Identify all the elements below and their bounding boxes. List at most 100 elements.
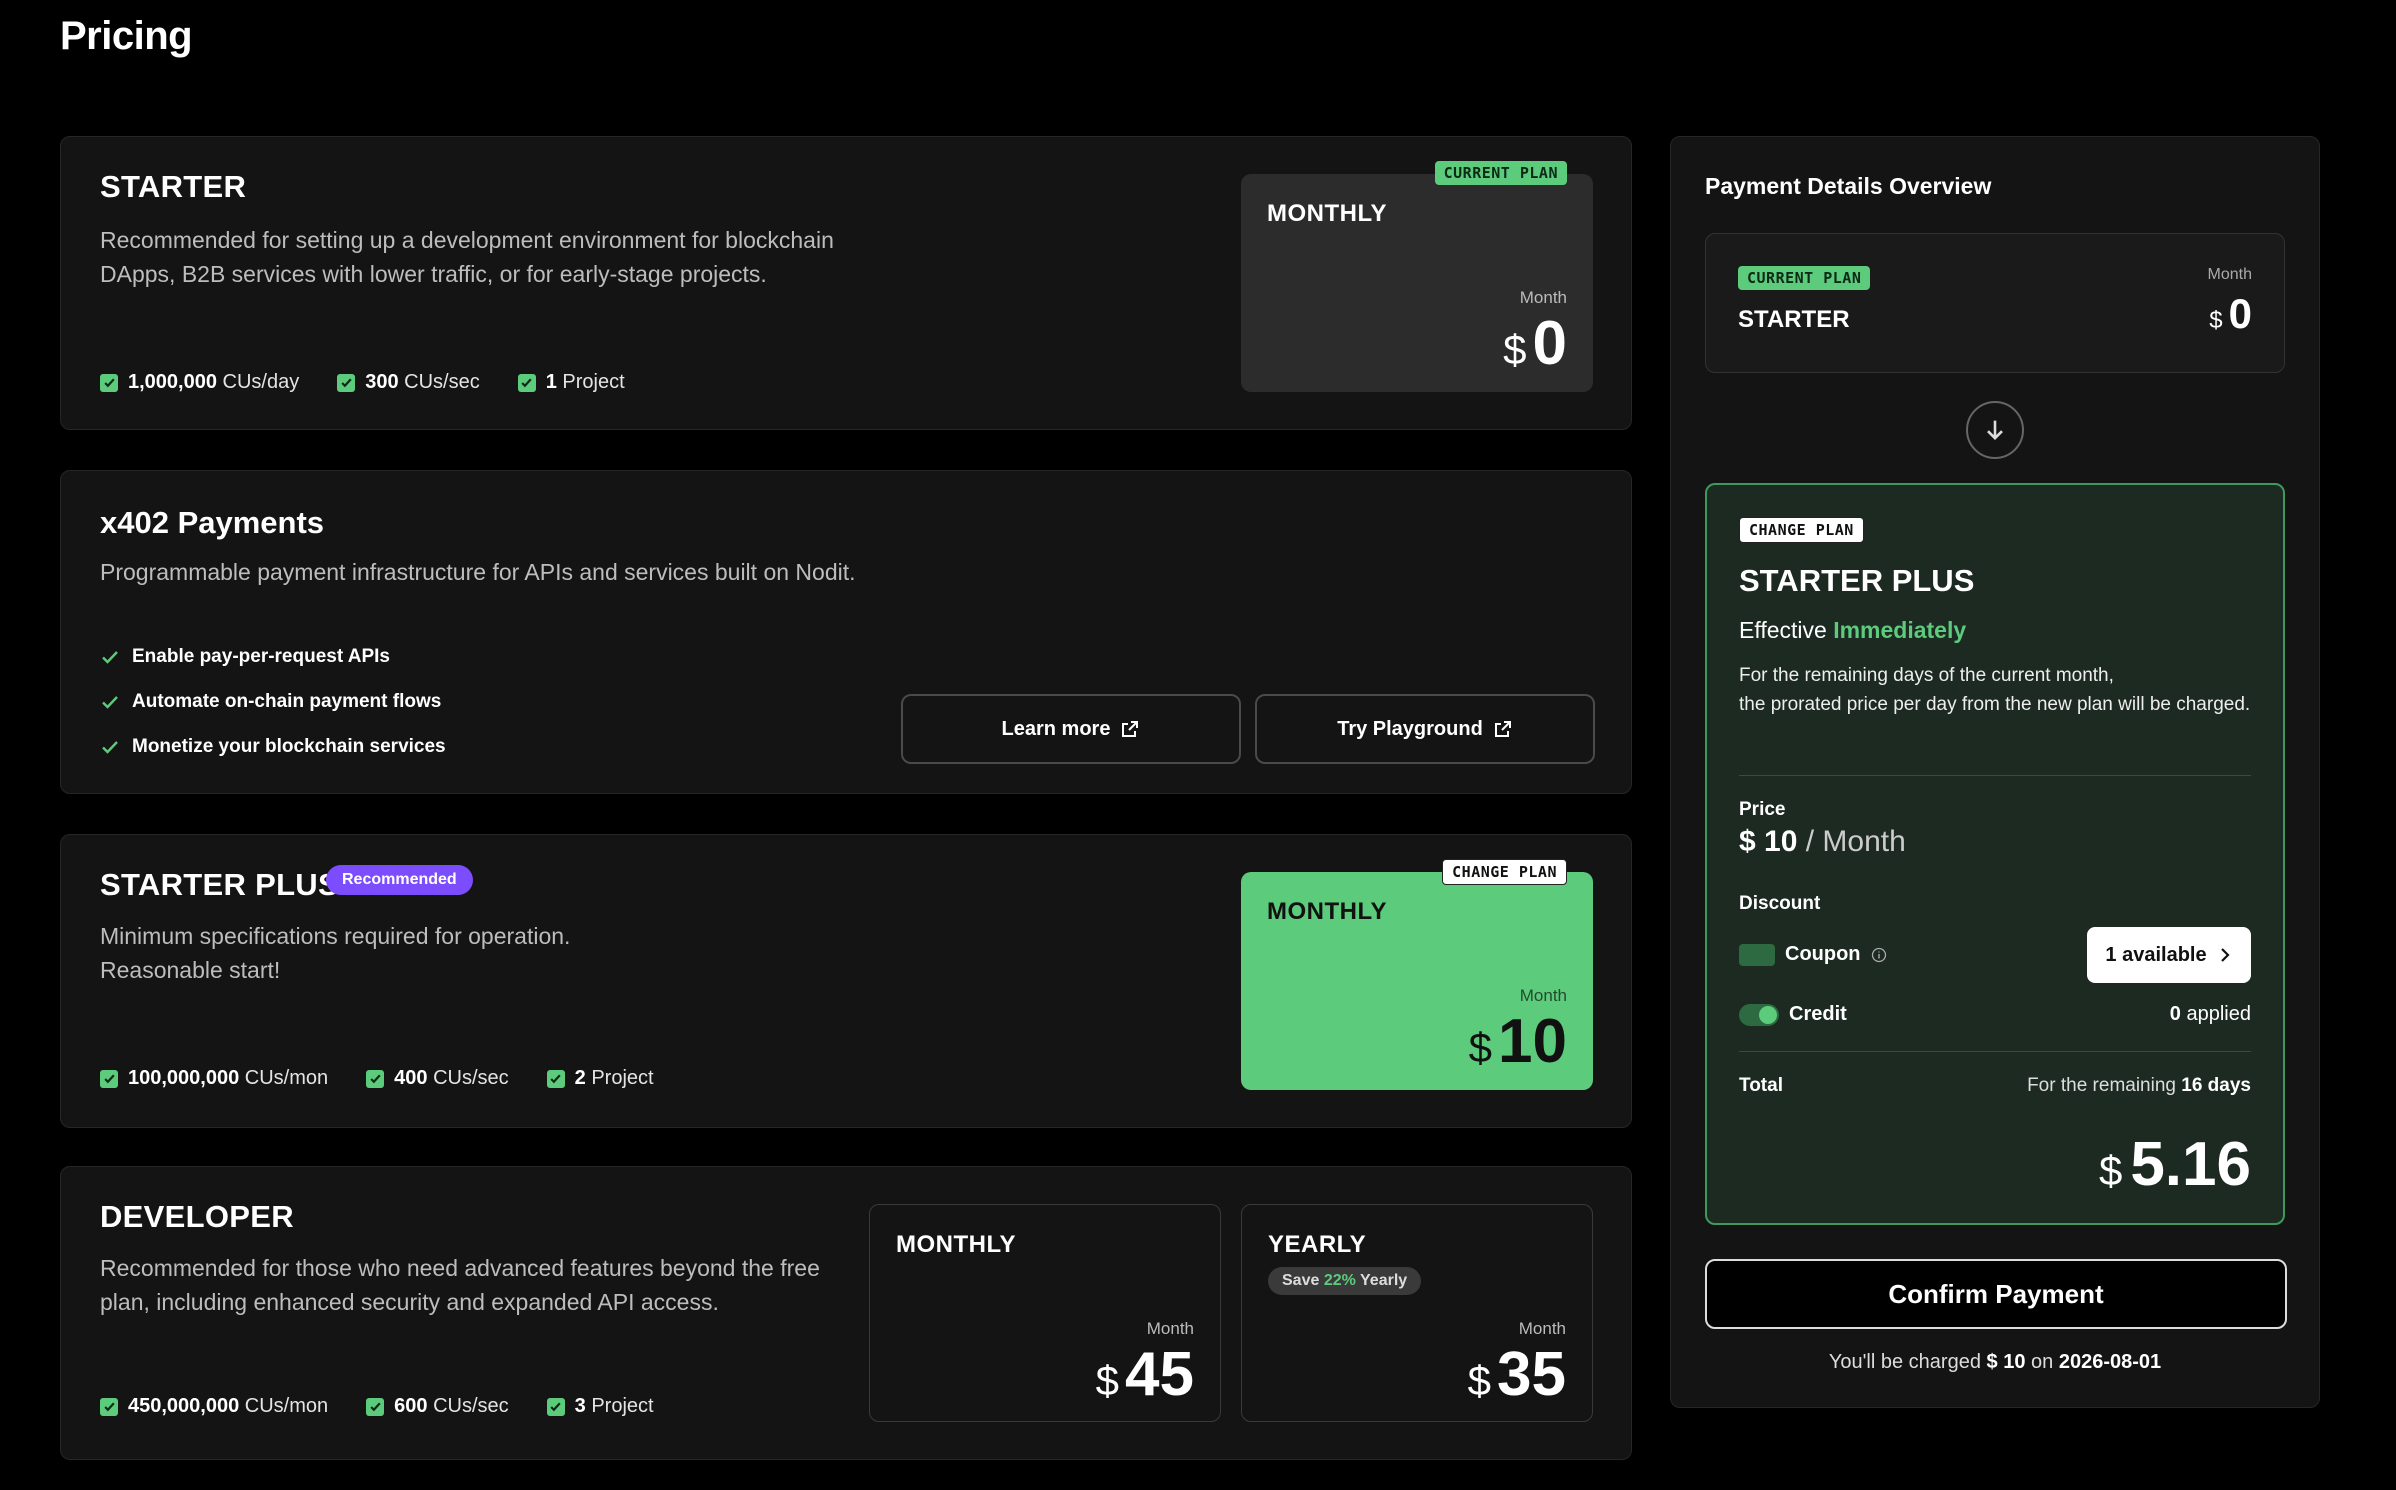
currency-symbol: $ bbox=[2098, 1147, 2123, 1194]
price-unit: Month bbox=[1146, 1319, 1194, 1338]
feature-item: 600 CUs/sec bbox=[366, 1395, 509, 1418]
charge-date: 2026-08-01 bbox=[2058, 1351, 2162, 1373]
total-amount: $ 5.16 bbox=[2099, 1129, 2251, 1200]
currency-symbol: $ bbox=[1739, 825, 1756, 858]
plan-description: Minimum specifications required for oper… bbox=[100, 919, 920, 987]
coupon-row: Coupon bbox=[1739, 943, 1887, 966]
developer-yearly-price-box[interactable]: YEARLY Save 22% Yearly Month $ 35 bbox=[1241, 1204, 1593, 1422]
button-label: 1 available bbox=[2105, 943, 2207, 966]
check-icon bbox=[366, 1069, 385, 1088]
billing-period: MONTHLY bbox=[896, 1231, 1016, 1258]
feature-unit: CUs/mon bbox=[239, 1067, 329, 1089]
feature-unit: Project bbox=[585, 1395, 654, 1417]
x402-description: Programmable payment infrastructure for … bbox=[100, 559, 856, 585]
price-value: 0 bbox=[2228, 290, 2252, 337]
feature-item: 100,000,000 CUs/mon bbox=[100, 1067, 328, 1090]
developer-plan-card[interactable]: DEVELOPER Recommended for those who need… bbox=[60, 1166, 1632, 1460]
info-icon bbox=[1871, 947, 1886, 962]
coupon-available-button[interactable]: 1 available bbox=[2087, 927, 2251, 983]
external-link-icon bbox=[1494, 721, 1511, 737]
plan-title: STARTER PLUS bbox=[100, 867, 339, 902]
check-icon bbox=[102, 651, 118, 664]
charge-prefix: You'll be charged bbox=[1828, 1351, 1981, 1373]
check-icon bbox=[366, 1397, 385, 1416]
price-amount: $ 10 bbox=[1469, 1006, 1567, 1077]
plan-title: STARTER bbox=[100, 169, 247, 204]
currency-symbol: $ bbox=[1468, 1024, 1493, 1071]
effective-value: Immediately bbox=[1833, 617, 1967, 643]
feature-unit: CUs/sec bbox=[398, 371, 480, 393]
starter-plan-card[interactable]: STARTER Recommended for setting up a dev… bbox=[60, 136, 1632, 430]
price-label: Price bbox=[1739, 799, 1786, 820]
effective-line: Effective Immediately bbox=[1739, 617, 1966, 644]
external-link-icon bbox=[1122, 721, 1139, 737]
feature-item: 1 Project bbox=[517, 371, 625, 394]
page-title: Pricing bbox=[60, 14, 193, 58]
feature-unit: Project bbox=[556, 371, 625, 393]
try-playground-button[interactable]: Try Playground bbox=[1255, 694, 1595, 764]
currency-symbol: $ bbox=[1095, 1357, 1120, 1404]
feature-value: 600 bbox=[394, 1395, 428, 1417]
list-item-label: Enable pay-per-request APIs bbox=[132, 646, 390, 667]
price-amount: $ 45 bbox=[1096, 1339, 1194, 1410]
feature-unit: CUs/sec bbox=[427, 1395, 509, 1417]
price-period: / Month bbox=[1805, 825, 1906, 858]
check-icon bbox=[100, 1069, 118, 1088]
plan-features: 450,000,000 CUs/mon 600 CUs/sec 3 Projec… bbox=[100, 1395, 654, 1418]
remaining-days: For the remaining 16 days bbox=[2027, 1075, 2251, 1097]
credit-toggle-icon[interactable] bbox=[1739, 1003, 1779, 1026]
current-plan-summary: CURRENT PLAN STARTER Month $ 0 bbox=[1705, 233, 2285, 373]
coupon-icon bbox=[1739, 943, 1775, 966]
price-value: 45 bbox=[1125, 1340, 1194, 1409]
credit-value: 0 applied bbox=[2170, 1003, 2251, 1026]
effective-label: Effective bbox=[1739, 617, 1827, 643]
feature-value: 400 bbox=[394, 1067, 428, 1089]
check-icon bbox=[546, 1397, 565, 1416]
x402-feature-list: Enable pay-per-request APIs Automate on-… bbox=[100, 645, 446, 759]
current-plan-name: STARTER bbox=[1738, 306, 1850, 333]
feature-value: 450,000,000 bbox=[128, 1395, 240, 1417]
feature-unit: Project bbox=[585, 1067, 654, 1089]
price-unit: Month bbox=[1518, 1319, 1566, 1338]
learn-more-button[interactable]: Learn more bbox=[901, 694, 1241, 764]
change-plan-tag: CHANGE PLAN bbox=[1739, 517, 1864, 543]
charge-amount: $ 10 bbox=[1986, 1351, 2026, 1373]
plan-features: 1,000,000 CUs/day 300 CUs/sec 1 Project bbox=[100, 371, 625, 394]
feature-value: 3 bbox=[574, 1395, 586, 1417]
feature-item: 450,000,000 CUs/mon bbox=[100, 1395, 328, 1418]
feature-item: 300 CUs/sec bbox=[337, 371, 480, 394]
save-percent: 22% bbox=[1323, 1272, 1356, 1289]
currency-symbol: $ bbox=[1503, 326, 1527, 373]
x402-title: x402 Payments bbox=[100, 505, 325, 540]
plan-description: Recommended for setting up a development… bbox=[100, 227, 834, 287]
price-unit: Month bbox=[2207, 266, 2252, 283]
payment-details-panel: Payment Details Overview CURRENT PLAN ST… bbox=[1670, 136, 2320, 1408]
list-item-label: Automate on-chain payment flows bbox=[132, 691, 442, 712]
confirm-payment-button[interactable]: Confirm Payment bbox=[1705, 1259, 2287, 1329]
feature-item: 1,000,000 CUs/day bbox=[100, 371, 299, 394]
price-amount: $ 0 bbox=[1503, 308, 1567, 379]
feature-item: 3 Project bbox=[546, 1395, 654, 1418]
check-icon bbox=[100, 373, 118, 392]
starter-monthly-price-box[interactable]: CURRENT PLAN MONTHLY Month $ 0 bbox=[1241, 161, 1593, 392]
divider bbox=[1739, 1051, 2251, 1052]
billing-period: YEARLY bbox=[1268, 1231, 1367, 1258]
feature-value: 300 bbox=[365, 371, 399, 393]
list-item: Enable pay-per-request APIs bbox=[100, 645, 446, 669]
change-plan-tag: CHANGE PLAN bbox=[1442, 859, 1567, 885]
feature-value: 1,000,000 bbox=[128, 371, 217, 393]
check-icon bbox=[546, 1069, 565, 1088]
developer-monthly-price-box[interactable]: MONTHLY Month $ 45 bbox=[869, 1204, 1221, 1422]
price-row: $ 10 / Month bbox=[1739, 825, 1906, 859]
feature-unit: CUs/day bbox=[216, 371, 300, 393]
charge-on: on bbox=[2031, 1351, 2054, 1373]
feature-unit: CUs/sec bbox=[427, 1067, 509, 1089]
price-value: 35 bbox=[1497, 1340, 1566, 1409]
check-icon bbox=[517, 373, 536, 392]
starter-plus-monthly-price-box[interactable]: CHANGE PLAN MONTHLY Month $ 10 bbox=[1241, 859, 1593, 1090]
recommended-badge: Recommended bbox=[326, 865, 473, 895]
starter-plus-plan-card[interactable]: STARTER PLUS Recommended Minimum specifi… bbox=[60, 834, 1632, 1128]
billing-period: MONTHLY bbox=[1267, 898, 1387, 925]
feature-value: 2 bbox=[574, 1067, 586, 1089]
price-unit: Month bbox=[1519, 288, 1567, 307]
